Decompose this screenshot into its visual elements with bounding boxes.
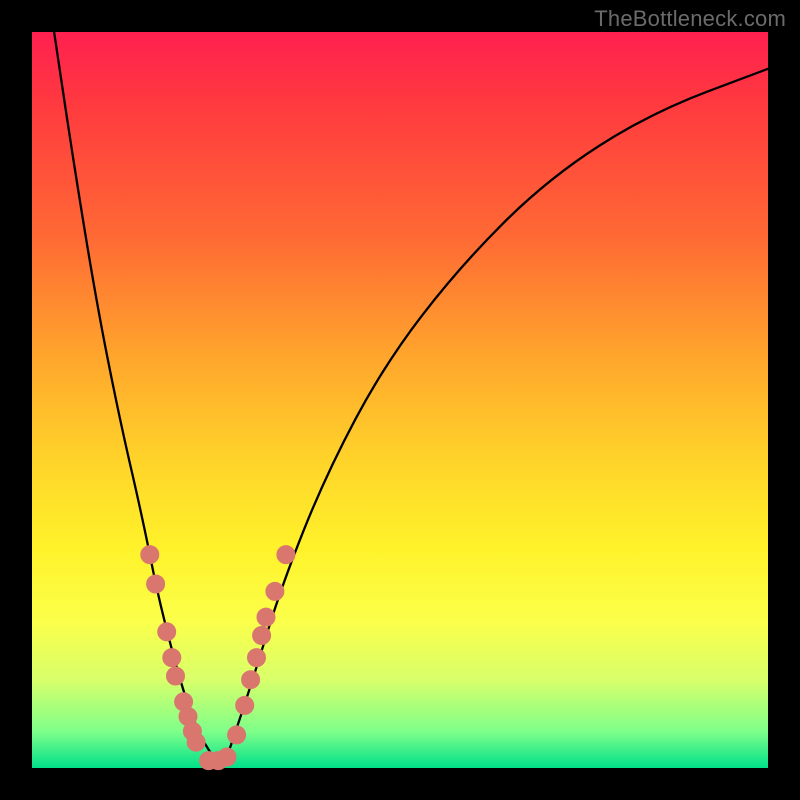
marker-dot xyxy=(141,546,159,564)
curve-right-branch xyxy=(231,69,768,746)
marker-dot xyxy=(158,623,176,641)
marker-dot xyxy=(257,608,275,626)
curve-group xyxy=(54,32,768,761)
curve-svg xyxy=(32,32,768,768)
watermark-text: TheBottleneck.com xyxy=(594,6,786,32)
outer-frame: TheBottleneck.com xyxy=(0,0,800,800)
marker-dot xyxy=(187,733,205,751)
marker-dot xyxy=(236,696,254,714)
marker-dot xyxy=(253,627,271,645)
curve-left-branch xyxy=(54,32,216,761)
dots-group xyxy=(141,546,295,770)
marker-dot xyxy=(218,748,236,766)
marker-dot xyxy=(242,671,260,689)
marker-dot xyxy=(167,667,185,685)
marker-dot xyxy=(147,575,165,593)
marker-dot xyxy=(248,649,266,667)
plot-area xyxy=(32,32,768,768)
marker-dot xyxy=(228,726,246,744)
marker-dot xyxy=(266,582,284,600)
marker-dot xyxy=(163,649,181,667)
marker-dot xyxy=(277,546,295,564)
